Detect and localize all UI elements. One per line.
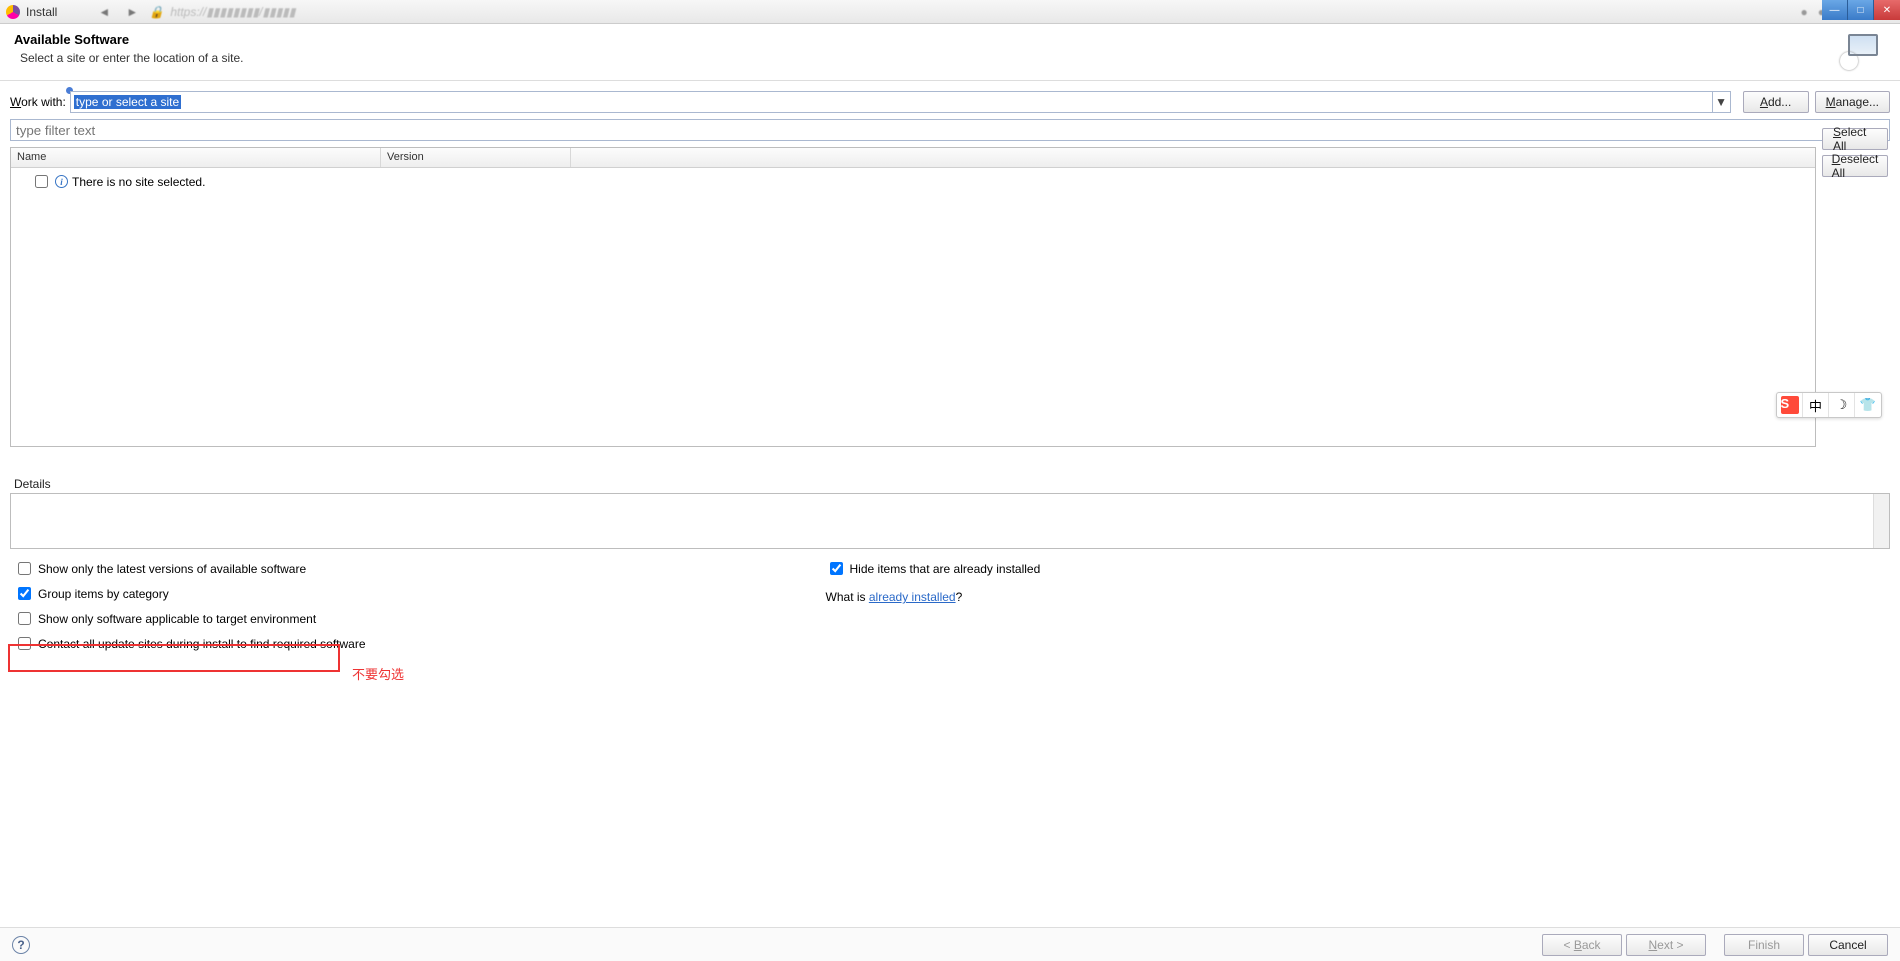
window-title: Install <box>26 5 57 19</box>
work-with-value: type or select a site <box>74 95 181 109</box>
contact-sites-checkbox[interactable] <box>18 637 31 650</box>
opt-latest-only[interactable]: Show only the latest versions of availab… <box>14 559 366 578</box>
work-with-label: Work with: <box>10 95 66 109</box>
col-version[interactable]: Version <box>381 148 571 167</box>
install-wizard-icon <box>1840 32 1878 70</box>
hide-installed-label: Hide items that are already installed <box>850 562 1041 576</box>
work-with-row: Work with: type or select a site ▼ Add..… <box>0 81 1900 119</box>
minimize-button[interactable]: — <box>1822 0 1848 20</box>
opt-applicable[interactable]: Show only software applicable to target … <box>14 609 366 628</box>
opt-hide-installed[interactable]: Hide items that are already installed <box>826 559 1041 578</box>
deselect-all-button[interactable]: Deselect All <box>1822 155 1888 177</box>
finish-button[interactable]: Finish <box>1724 934 1804 956</box>
row-checkbox[interactable] <box>35 175 48 188</box>
applicable-label: Show only software applicable to target … <box>38 612 316 626</box>
applicable-checkbox[interactable] <box>18 612 31 625</box>
ime-moon-icon[interactable]: ☽ <box>1829 393 1855 417</box>
latest-only-checkbox[interactable] <box>18 562 31 575</box>
software-tree[interactable]: Name Version i There is no site selected… <box>10 147 1816 447</box>
dialog-header: Available Software Select a site or ente… <box>0 24 1900 81</box>
window-controls: — □ ✕ <box>1822 0 1900 20</box>
next-button[interactable]: Next > <box>1626 934 1706 956</box>
close-button[interactable]: ✕ <box>1874 0 1900 20</box>
select-all-button[interactable]: Select All <box>1822 128 1888 150</box>
add-button[interactable]: Add... <box>1743 91 1809 113</box>
lock-icon: 🔒 <box>149 5 164 19</box>
info-icon: i <box>55 175 68 188</box>
cancel-button[interactable]: Cancel <box>1808 934 1888 956</box>
back-button[interactable]: < Back <box>1542 934 1622 956</box>
chevron-down-icon[interactable]: ▼ <box>1712 92 1730 112</box>
ime-skin-icon[interactable]: 👕 <box>1855 393 1881 417</box>
work-with-combo[interactable]: type or select a site ▼ <box>70 91 1731 113</box>
forward-icon[interactable]: ► <box>121 3 143 21</box>
what-is-installed: What is already installed? <box>826 590 1041 604</box>
already-installed-link[interactable]: already installed <box>869 590 956 604</box>
opt-contact-sites[interactable]: Contact all update sites during install … <box>14 634 366 653</box>
dialog-title: Available Software <box>14 32 243 47</box>
ime-cn-icon[interactable]: 中 <box>1803 393 1829 417</box>
annotation-text: 不要勾选 <box>352 664 404 683</box>
details-box <box>10 493 1890 549</box>
hide-installed-checkbox[interactable] <box>830 562 843 575</box>
back-icon[interactable]: ◄ <box>93 3 115 21</box>
details-label: Details <box>14 477 1886 491</box>
tree-row-empty: i There is no site selected. <box>15 170 1811 193</box>
filter-row <box>0 119 1900 147</box>
os-title-bar: Install ◄ ► 🔒 https://▮▮▮▮▮▮▮▮/▮▮▮▮▮ ●●●… <box>0 0 1900 24</box>
latest-only-label: Show only the latest versions of availab… <box>38 562 306 576</box>
opt-group-by-category[interactable]: Group items by category <box>14 584 366 603</box>
filter-input[interactable] <box>10 119 1890 141</box>
tree-header: Name Version <box>11 148 1815 168</box>
col-name[interactable]: Name <box>11 148 381 167</box>
scrollbar[interactable] <box>1873 494 1889 548</box>
address-bar-blurred: ◄ ► 🔒 https://▮▮▮▮▮▮▮▮/▮▮▮▮▮ <box>93 3 1794 21</box>
wizard-button-bar: ? < Back Next > Finish Cancel <box>0 927 1900 961</box>
manage-button[interactable]: Manage... <box>1815 91 1890 113</box>
group-by-category-checkbox[interactable] <box>18 587 31 600</box>
ime-sogou-icon[interactable]: S <box>1777 393 1803 417</box>
ime-toolbar[interactable]: S 中 ☽ 👕 <box>1776 392 1882 418</box>
contact-sites-label: Contact all update sites during install … <box>38 637 366 651</box>
maximize-button[interactable]: □ <box>1848 0 1874 20</box>
options-area: Show only the latest versions of availab… <box>0 555 1900 653</box>
dialog-subtitle: Select a site or enter the location of a… <box>20 51 243 65</box>
row-label: There is no site selected. <box>72 175 205 189</box>
eclipse-icon <box>6 5 20 19</box>
group-by-category-label: Group items by category <box>38 587 169 601</box>
help-icon[interactable]: ? <box>12 936 30 954</box>
url-text: https://▮▮▮▮▮▮▮▮/▮▮▮▮▮ <box>170 5 295 19</box>
